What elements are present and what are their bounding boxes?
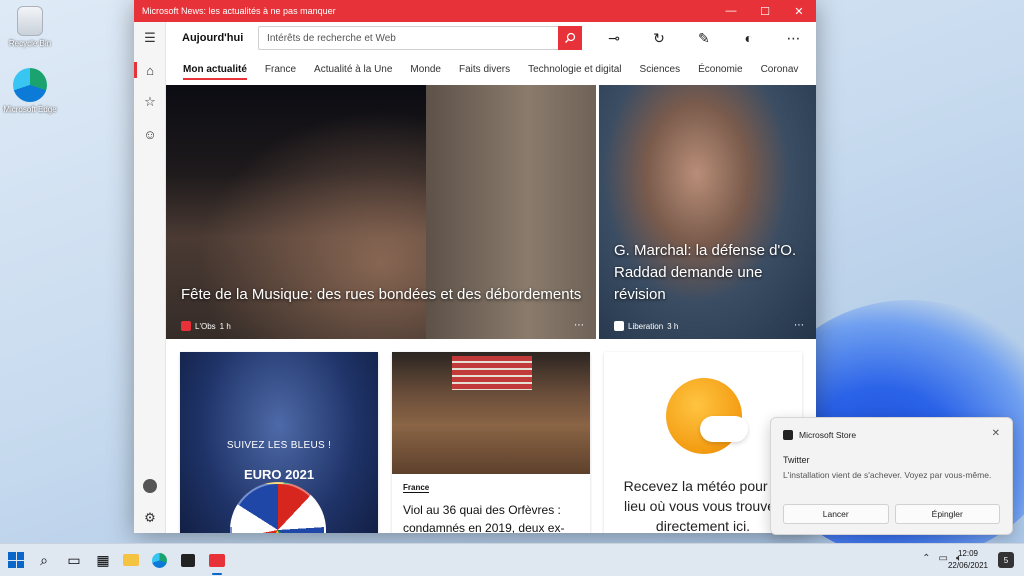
notification-app: Microsoft Store xyxy=(783,430,856,440)
story-age: 3 h xyxy=(667,321,679,331)
nav-rail: ☰ ⌂ ☆ ☺ ⚙ xyxy=(134,22,166,533)
story-more-icon[interactable]: ⋯ xyxy=(574,320,584,331)
pin-button[interactable]: Épingler xyxy=(894,504,1000,524)
tab-actualite-a-la-une[interactable]: Actualité à la Une xyxy=(305,56,401,82)
edge-icon xyxy=(13,68,47,102)
maximize-button[interactable]: ☐ xyxy=(748,0,782,22)
search-icon[interactable] xyxy=(558,26,582,50)
settings-gear-icon[interactable]: ⚙ xyxy=(134,504,166,532)
category-tabs: Mon actualité France Actualité à la Une … xyxy=(166,56,816,82)
tray-chevron-up-icon[interactable]: ⌃ xyxy=(922,553,930,564)
tab-france[interactable]: France xyxy=(256,56,305,82)
account-avatar-icon[interactable] xyxy=(134,472,166,500)
football-flags-image xyxy=(230,482,326,533)
store-taskbar-icon[interactable] xyxy=(177,549,199,571)
close-button[interactable]: ✕ xyxy=(782,0,816,22)
recycle-bin-icon xyxy=(17,6,43,36)
hero-story-1[interactable]: Fête de la Musique: des rues bondées et … xyxy=(166,85,596,339)
minimize-button[interactable]: — xyxy=(714,0,748,22)
search-icon[interactable]: ⌕ xyxy=(33,549,55,571)
desktop-icon-recycle-bin[interactable]: Recycle Bin xyxy=(0,6,60,48)
source-logo-icon xyxy=(181,321,191,331)
news-window: Microsoft News: les actualités à ne pas … xyxy=(134,0,816,533)
story-more-icon[interactable]: ⋯ xyxy=(794,320,804,331)
smiley-icon[interactable]: ☺ xyxy=(134,120,166,148)
tab-monde[interactable]: Monde xyxy=(401,56,450,82)
store-notification[interactable]: Microsoft Store ✕ Twitter L'installation… xyxy=(770,417,1013,535)
search-input[interactable]: Intérêts de recherche et Web xyxy=(267,33,558,44)
task-view-icon[interactable]: ▭ xyxy=(63,549,85,571)
launch-button[interactable]: Lancer xyxy=(783,504,889,524)
article-category: France xyxy=(403,483,430,493)
interests-star-icon[interactable]: ☆ xyxy=(134,88,166,116)
notification-app-name: Microsoft Store xyxy=(799,430,857,440)
story-source: L'Obs 1 h xyxy=(181,321,231,331)
story-headline[interactable]: G. Marchal: la défense d'O. Raddad deman… xyxy=(614,240,804,306)
tab-economie[interactable]: Économie xyxy=(689,56,751,82)
notification-body: L'installation vient de s'achever. Voyez… xyxy=(783,470,992,480)
app-body: ☰ ⌂ ☆ ☺ ⚙ Aujourd'hui Intérêts de recher… xyxy=(134,22,816,533)
clock-time: 12:09 xyxy=(957,549,978,558)
article-headline[interactable]: Viol au 36 quai des Orfèvres : condamnés… xyxy=(403,501,582,533)
notification-title: Twitter xyxy=(783,455,810,465)
edit-pencil-icon[interactable]: ✎ xyxy=(681,22,726,54)
article-image xyxy=(392,352,590,474)
tab-technologie[interactable]: Technologie et digital xyxy=(519,56,630,82)
clock-date: 22/06/2021 xyxy=(947,561,988,570)
desktop-icon-edge[interactable]: Microsoft Edge xyxy=(0,68,60,114)
desktop-icon-label: Microsoft Edge xyxy=(3,105,57,114)
weather-cloud-icon xyxy=(700,416,748,442)
app-header: Aujourd'hui Intérêts de recherche et Web… xyxy=(166,22,816,54)
promo-title: EURO 2021 xyxy=(243,467,315,482)
folders-image xyxy=(452,356,532,390)
widgets-icon[interactable]: ▦ xyxy=(92,549,114,571)
tab-faits-divers[interactable]: Faits divers xyxy=(450,56,519,82)
pin-icon[interactable]: ⊸ xyxy=(592,22,637,54)
story-source: Liberation 3 h xyxy=(614,321,678,331)
store-bag-icon xyxy=(783,430,793,440)
tab-mon-actualite[interactable]: Mon actualité xyxy=(174,56,256,82)
notification-center-badge[interactable]: 5 xyxy=(998,552,1014,568)
story-headline[interactable]: Fête de la Musique: des rues bondées et … xyxy=(181,284,584,306)
edge-taskbar-icon[interactable] xyxy=(148,549,170,571)
source-name: Liberation xyxy=(628,321,664,331)
clock[interactable]: 12:09 22/06/2021 xyxy=(948,548,988,572)
story-age: 1 h xyxy=(219,321,231,331)
tab-coronavirus[interactable]: Coronav xyxy=(752,56,808,82)
promo-kicker: SUIVEZ LES BLEUS ! xyxy=(226,440,332,451)
desktop-icon-label: Recycle Bin xyxy=(8,39,52,48)
file-explorer-icon[interactable] xyxy=(120,549,142,571)
dark-mode-moon-icon[interactable]: ◐ xyxy=(726,22,771,54)
weather-text: Recevez la météo pour le lieu où vous vo… xyxy=(623,478,783,533)
network-icon[interactable]: ▭ xyxy=(939,553,948,564)
taskbar: ⌕ ▭ ▦ ⌃ ▭ 🔈︎ 12:09 22/06/2021 5 xyxy=(0,543,1024,576)
article-card[interactable]: France Viol au 36 quai des Orfèvres : co… xyxy=(392,352,590,533)
notification-actions: Lancer Épingler xyxy=(783,504,1000,524)
title-bar[interactable]: Microsoft News: les actualités à ne pas … xyxy=(134,0,816,22)
more-options-icon[interactable]: ⋯ xyxy=(771,22,816,54)
tab-sciences[interactable]: Sciences xyxy=(631,56,690,82)
hero-story-2[interactable]: G. Marchal: la défense d'O. Raddad deman… xyxy=(599,85,816,339)
start-windows-icon[interactable] xyxy=(5,549,27,571)
home-icon[interactable]: ⌂ xyxy=(134,56,166,84)
notification-close-icon[interactable]: ✕ xyxy=(992,428,1000,439)
window-title: Microsoft News: les actualités à ne pas … xyxy=(142,6,336,16)
source-name: L'Obs xyxy=(195,321,216,331)
news-taskbar-icon[interactable] xyxy=(206,549,228,575)
search-box[interactable]: Intérêts de recherche et Web xyxy=(258,26,582,50)
refresh-icon[interactable]: ↻ xyxy=(637,22,682,54)
hamburger-menu-icon[interactable]: ☰ xyxy=(134,24,166,52)
source-logo-icon xyxy=(614,321,624,331)
brand-title: Aujourd'hui xyxy=(182,32,244,44)
euro-promo-card[interactable]: SUIVEZ LES BLEUS ! EURO 2021 xyxy=(180,352,378,533)
